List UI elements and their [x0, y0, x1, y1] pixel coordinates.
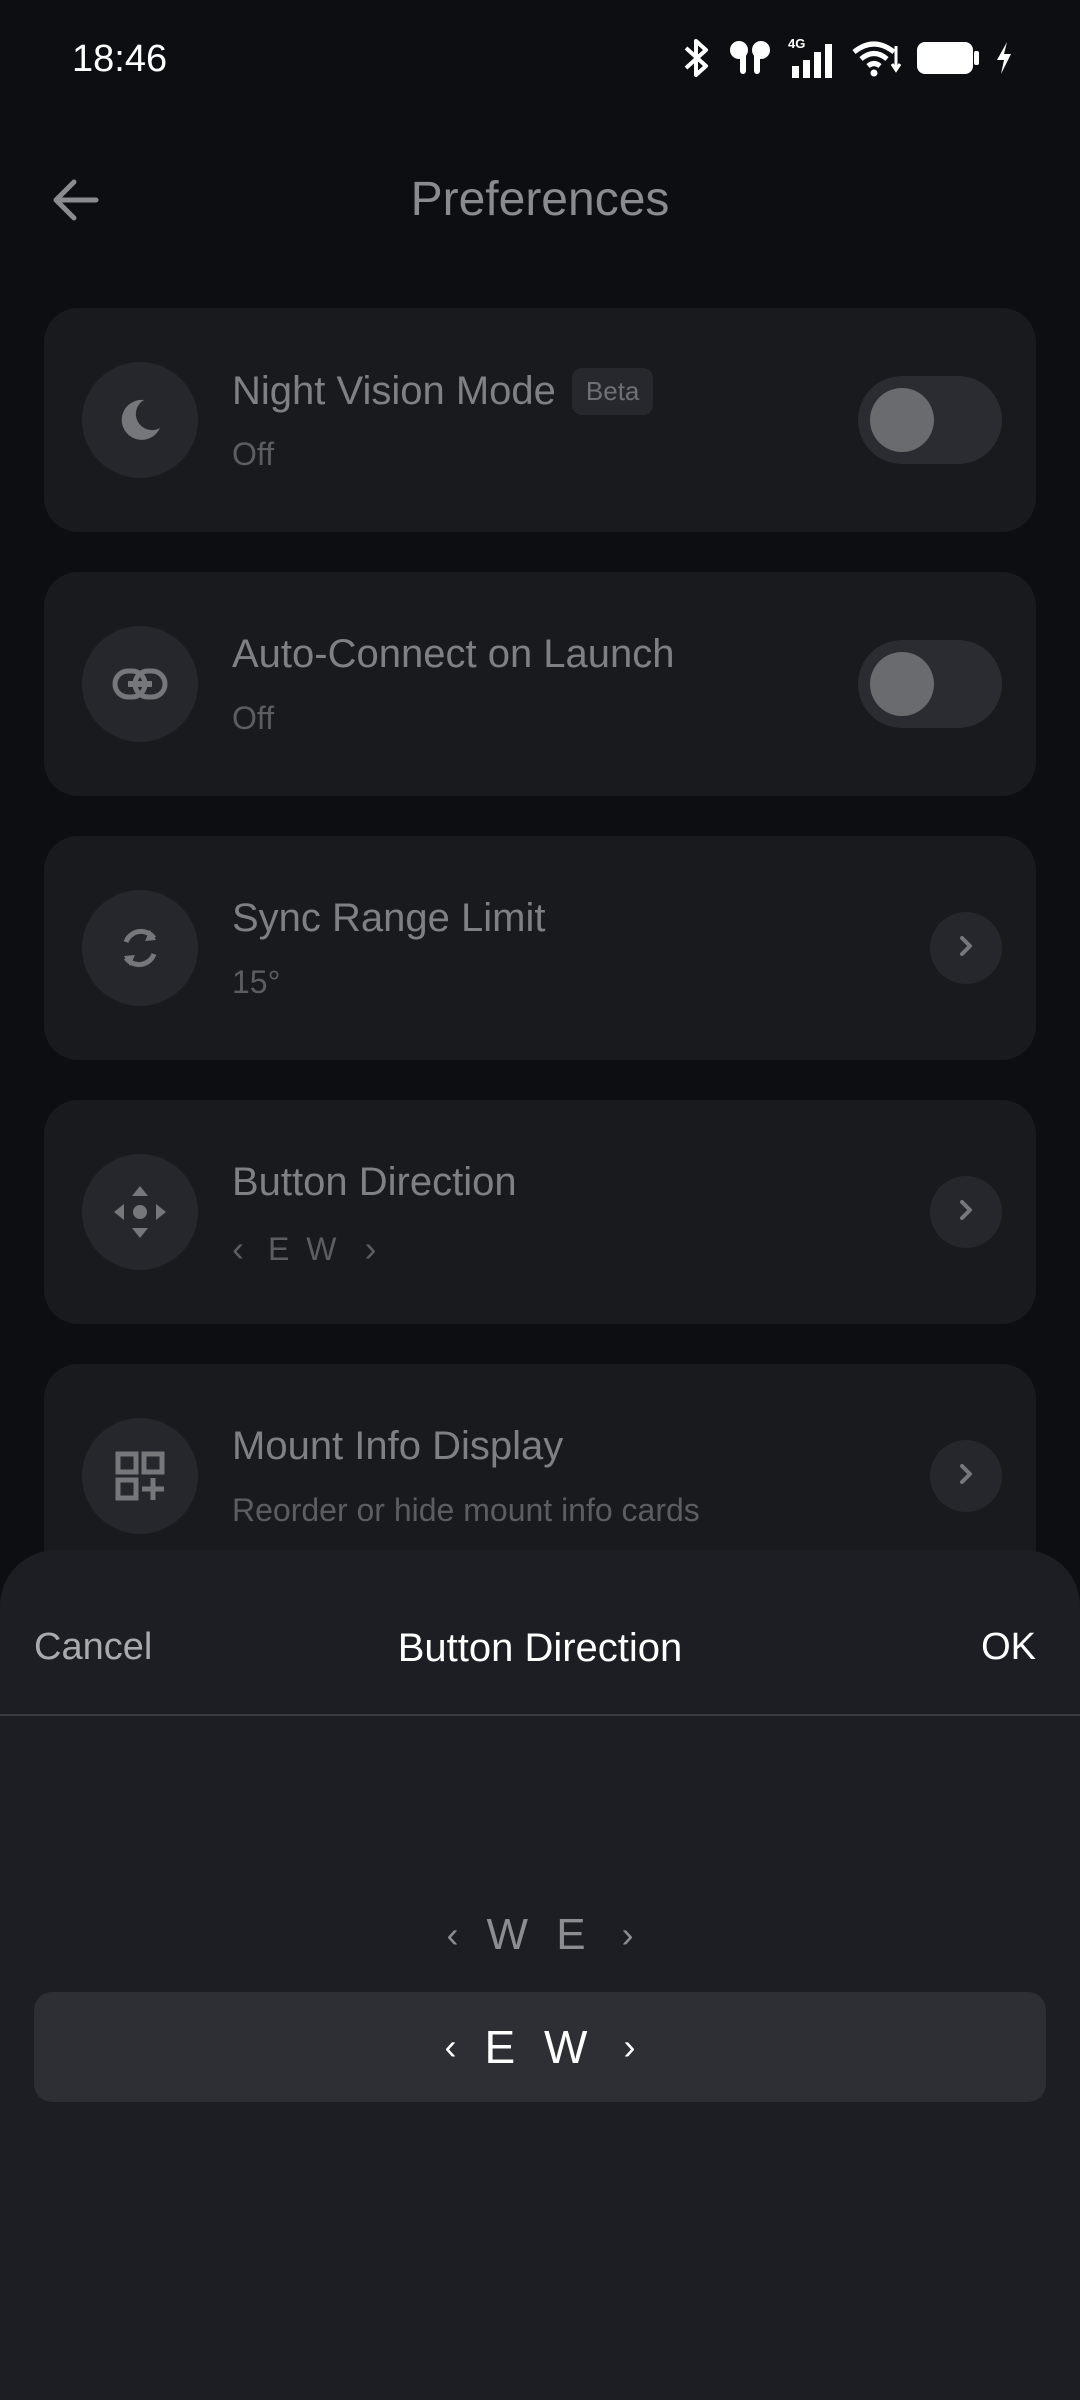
charging-icon [994, 40, 1014, 76]
chevron-right-icon [952, 932, 980, 965]
sheet-header: Cancel Button Direction OK [0, 1550, 1080, 1716]
setting-sync-range-limit[interactable]: Sync Range Limit 15° [44, 836, 1036, 1060]
toggle-knob [870, 388, 934, 452]
setting-night-vision-mode[interactable]: Night Vision Mode Beta Off [44, 308, 1036, 532]
battery-icon [916, 40, 980, 76]
picker-option-ew[interactable]: ‹ E W › [0, 1992, 1080, 2102]
page-title: Preferences [410, 173, 670, 226]
setting-subtitle: Reorder or hide mount info cards [232, 1492, 700, 1528]
chevron-right-icon [952, 1196, 980, 1229]
ok-button[interactable]: OK [981, 1626, 1036, 1669]
chevron-left-glyph: ‹ [446, 1914, 459, 1955]
chevron-left-glyph: ‹ [232, 1228, 244, 1269]
moon-icon [82, 362, 198, 478]
picker-option-label: E W [484, 2021, 596, 2073]
status-bar: 18:46 4G [0, 0, 1080, 120]
app-bar: Preferences [0, 120, 1080, 280]
setting-subtitle: 15° [232, 964, 281, 1000]
setting-title: Night Vision Mode [232, 369, 556, 413]
beta-badge: Beta [571, 368, 654, 415]
bluetooth-icon [680, 38, 712, 78]
chevron-right-button[interactable] [930, 912, 1002, 984]
svg-text:4G: 4G [788, 36, 805, 51]
sheet-title: Button Direction [397, 1626, 683, 1670]
picker-option-we[interactable]: ‹ W E › [0, 1880, 1080, 1990]
earbuds-icon [726, 38, 774, 78]
dashboard-add-icon [82, 1418, 198, 1534]
chevron-right-glyph: › [621, 1914, 634, 1955]
link-icon [82, 626, 198, 742]
toggle-knob [870, 652, 934, 716]
divider [0, 1714, 1080, 1716]
chevron-right-button[interactable] [930, 1440, 1002, 1512]
direction-value: E W [268, 1230, 341, 1267]
picker-option-label: W E [486, 1910, 594, 1959]
preferences-page: 18:46 4G Preferences Night Vision Mode B… [0, 0, 1080, 2400]
chevron-right-glyph: › [623, 2026, 636, 2067]
wifi-icon [850, 38, 902, 78]
night-vision-toggle[interactable] [858, 376, 1002, 464]
chevron-right-icon [952, 1460, 980, 1493]
setting-button-direction[interactable]: Button Direction ‹ E W › [44, 1100, 1036, 1324]
setting-title: Sync Range Limit [232, 896, 546, 940]
setting-auto-connect[interactable]: Auto-Connect on Launch Off [44, 572, 1036, 796]
status-time: 18:46 [72, 38, 168, 80]
setting-title: Mount Info Display [232, 1424, 564, 1468]
signal-4g-icon: 4G [788, 36, 836, 80]
chevron-left-glyph: ‹ [444, 2026, 457, 2067]
chevron-right-button[interactable] [930, 1176, 1002, 1248]
chevron-right-glyph: › [364, 1228, 377, 1269]
setting-title: Button Direction [232, 1160, 517, 1204]
auto-connect-toggle[interactable] [858, 640, 1002, 728]
sync-icon [82, 890, 198, 1006]
setting-title: Auto-Connect on Launch [232, 632, 675, 676]
direction-pad-icon [82, 1154, 198, 1270]
setting-subtitle: Off [232, 436, 275, 472]
setting-subtitle: Off [232, 700, 275, 736]
status-icons: 4G [680, 36, 1014, 80]
setting-subtitle: ‹ E W › [232, 1228, 376, 1270]
